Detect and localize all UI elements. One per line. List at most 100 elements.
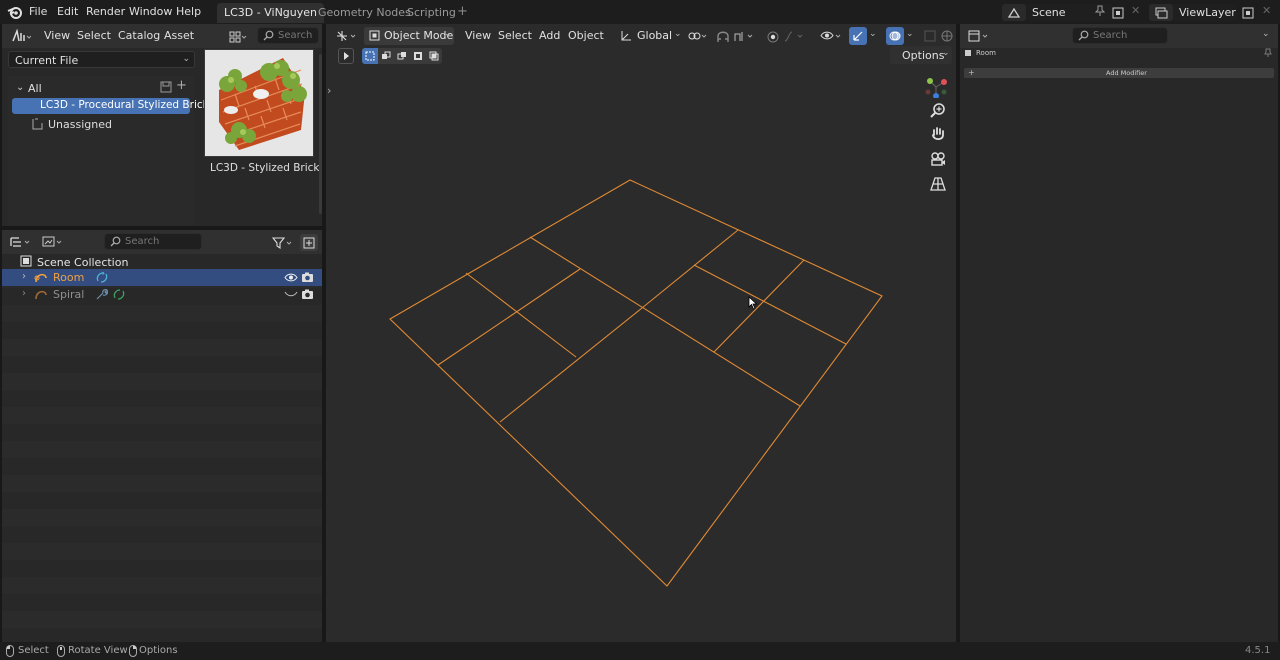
asset-thumbnail[interactable] (204, 49, 314, 157)
filter-icon[interactable] (270, 234, 296, 251)
outliner-search-input[interactable]: Search (104, 233, 202, 250)
add-modifier-label: Add Modifier (1106, 69, 1147, 77)
catalog-item-label: LC3D - Procedural Stylized Brick (40, 99, 209, 111)
asset-name-label[interactable]: LC3D - Stylized Brick (210, 162, 320, 174)
add-workspace-icon[interactable]: + (457, 4, 468, 19)
workspace-tab-lc3d[interactable]: LC3D - ViNguyen (217, 3, 325, 23)
pin-icon[interactable] (1264, 48, 1272, 58)
search-icon (110, 236, 121, 247)
viewport-3d-panel[interactable]: Object Mode ⌄ View Select Add Object Glo… (326, 24, 956, 642)
new-collection-icon[interactable] (300, 234, 318, 251)
mesh-edge (693, 264, 847, 345)
chevron-right-icon[interactable]: › (22, 288, 26, 299)
hidden-eye-icon[interactable] (284, 290, 298, 298)
menu-help[interactable]: Help (176, 5, 201, 18)
wrench-modifier-icon[interactable] (95, 288, 108, 301)
outliner-panel: Search Scene Collection › Room › Spiral (2, 230, 322, 642)
outliner-search-placeholder: Search (125, 236, 160, 247)
chevron-down-icon[interactable]: ⌄ (1262, 29, 1270, 39)
scene-collection-icon (20, 255, 32, 267)
render-camera-icon[interactable] (301, 272, 314, 283)
outliner-item-label: Spiral (53, 288, 85, 301)
asset-browser-scrollbar[interactable] (319, 54, 322, 214)
properties-panel: Search ⌄ Room + Add Modifier (960, 24, 1278, 642)
editor-type-outliner-icon[interactable] (8, 233, 34, 251)
search-icon (1078, 30, 1089, 41)
geometry-nodes-modifier-icon[interactable] (95, 271, 109, 284)
geometry-nodes-modifier-icon[interactable] (112, 288, 126, 301)
object-data-icon (964, 49, 972, 57)
outliner-row-room[interactable]: › Room (2, 269, 322, 286)
add-icon: + (968, 68, 975, 77)
delete-scene-icon[interactable]: ✕ (1131, 4, 1140, 17)
scene-collection-label: Scene Collection (37, 256, 129, 269)
status-hint-rotate-view: Rotate View (68, 645, 128, 656)
asset-menu-catalog[interactable]: Catalog (118, 28, 160, 45)
menu-window[interactable]: Window (129, 5, 172, 18)
chevron-down-icon[interactable]: ⌄ (16, 82, 24, 93)
menu-file[interactable]: File (29, 5, 47, 18)
outliner-row-spiral[interactable]: › Spiral (2, 286, 322, 303)
asset-menu-select[interactable]: Select (77, 28, 111, 45)
mouse-middle-icon (57, 645, 65, 657)
add-modifier-button[interactable]: + Add Modifier (964, 68, 1274, 78)
status-bar: Select Rotate View Options 4.5.1 (0, 642, 1280, 660)
delete-viewlayer-icon[interactable]: ✕ (1262, 4, 1271, 17)
asset-search-placeholder: Search (278, 30, 313, 41)
save-catalog-icon[interactable] (160, 81, 172, 93)
mesh-edge (713, 259, 805, 353)
workspace-tab-scripting[interactable]: Scripting (400, 3, 463, 23)
catalog-unassigned[interactable]: Unassigned (48, 118, 112, 131)
properties-search-placeholder: Search (1093, 30, 1128, 41)
properties-search-input[interactable]: Search (1072, 27, 1168, 44)
top-bar: File Edit Render Window Help LC3D - ViNg… (0, 0, 1280, 24)
asset-browser-header: View Select Catalog Asset Search (2, 24, 322, 48)
properties-header: Search ⌄ (960, 24, 1278, 48)
asset-library-label: Current File (15, 54, 79, 67)
display-mode-icon[interactable] (40, 233, 66, 251)
blender-logo-icon[interactable] (7, 5, 23, 19)
mesh-edge (499, 307, 643, 423)
search-icon (263, 30, 274, 41)
catalog-all[interactable]: All (28, 82, 42, 95)
add-catalog-icon[interactable]: + (176, 78, 187, 93)
curve-object-icon (34, 271, 48, 284)
catalog-item-selected[interactable]: LC3D - Procedural Stylized Brick (12, 98, 209, 114)
mesh-outline (389, 179, 883, 587)
scene-collection-row[interactable]: Scene Collection (2, 254, 322, 269)
visibility-eye-icon[interactable] (284, 272, 298, 283)
viewlayer-name-field[interactable]: ViewLayer (1173, 4, 1237, 21)
unassigned-catalog-icon (32, 118, 43, 130)
properties-object-name: Room (976, 49, 996, 57)
asset-search-input[interactable]: Search (257, 27, 319, 44)
curve-object-icon (34, 288, 48, 301)
asset-menu-view[interactable]: View (44, 28, 70, 45)
chevron-right-icon[interactable]: › (22, 271, 26, 282)
new-viewlayer-icon[interactable] (1240, 5, 1256, 20)
mesh-edge (529, 236, 801, 407)
asset-browser-panel: View Select Catalog Asset Search Current… (2, 24, 322, 226)
mesh-edge (465, 272, 577, 358)
room-wireframe-mesh[interactable] (326, 24, 956, 642)
menu-edit[interactable]: Edit (57, 5, 78, 18)
display-mode-grid-icon[interactable] (226, 28, 250, 45)
catalog-tree: ⌄ All + LC3D - Procedural Stylized Brick… (8, 76, 209, 226)
mouse-cursor-icon (748, 296, 758, 310)
version-label: 4.5.1 (1245, 645, 1271, 656)
scene-selector-icon[interactable] (1002, 4, 1026, 21)
status-hint-options: Options (139, 645, 178, 656)
menu-render[interactable]: Render (86, 5, 125, 18)
outliner-tree: Scene Collection › Room › Spiral (2, 254, 322, 642)
new-scene-icon[interactable] (1110, 5, 1126, 20)
pin-icon[interactable] (1095, 5, 1105, 17)
mouse-left-icon (6, 645, 14, 657)
editor-type-asset-icon[interactable] (8, 27, 34, 45)
editor-type-properties-icon[interactable] (966, 27, 992, 45)
asset-library-dropdown[interactable]: Current File ⌄ (8, 51, 195, 68)
asset-menu-asset[interactable]: Asset (164, 28, 194, 45)
render-camera-icon[interactable] (301, 289, 314, 300)
outliner-header: Search (2, 230, 322, 254)
outliner-item-label: Room (53, 271, 85, 284)
chevron-down-icon: ⌄ (182, 54, 190, 64)
viewlayer-selector-icon[interactable] (1149, 4, 1173, 21)
